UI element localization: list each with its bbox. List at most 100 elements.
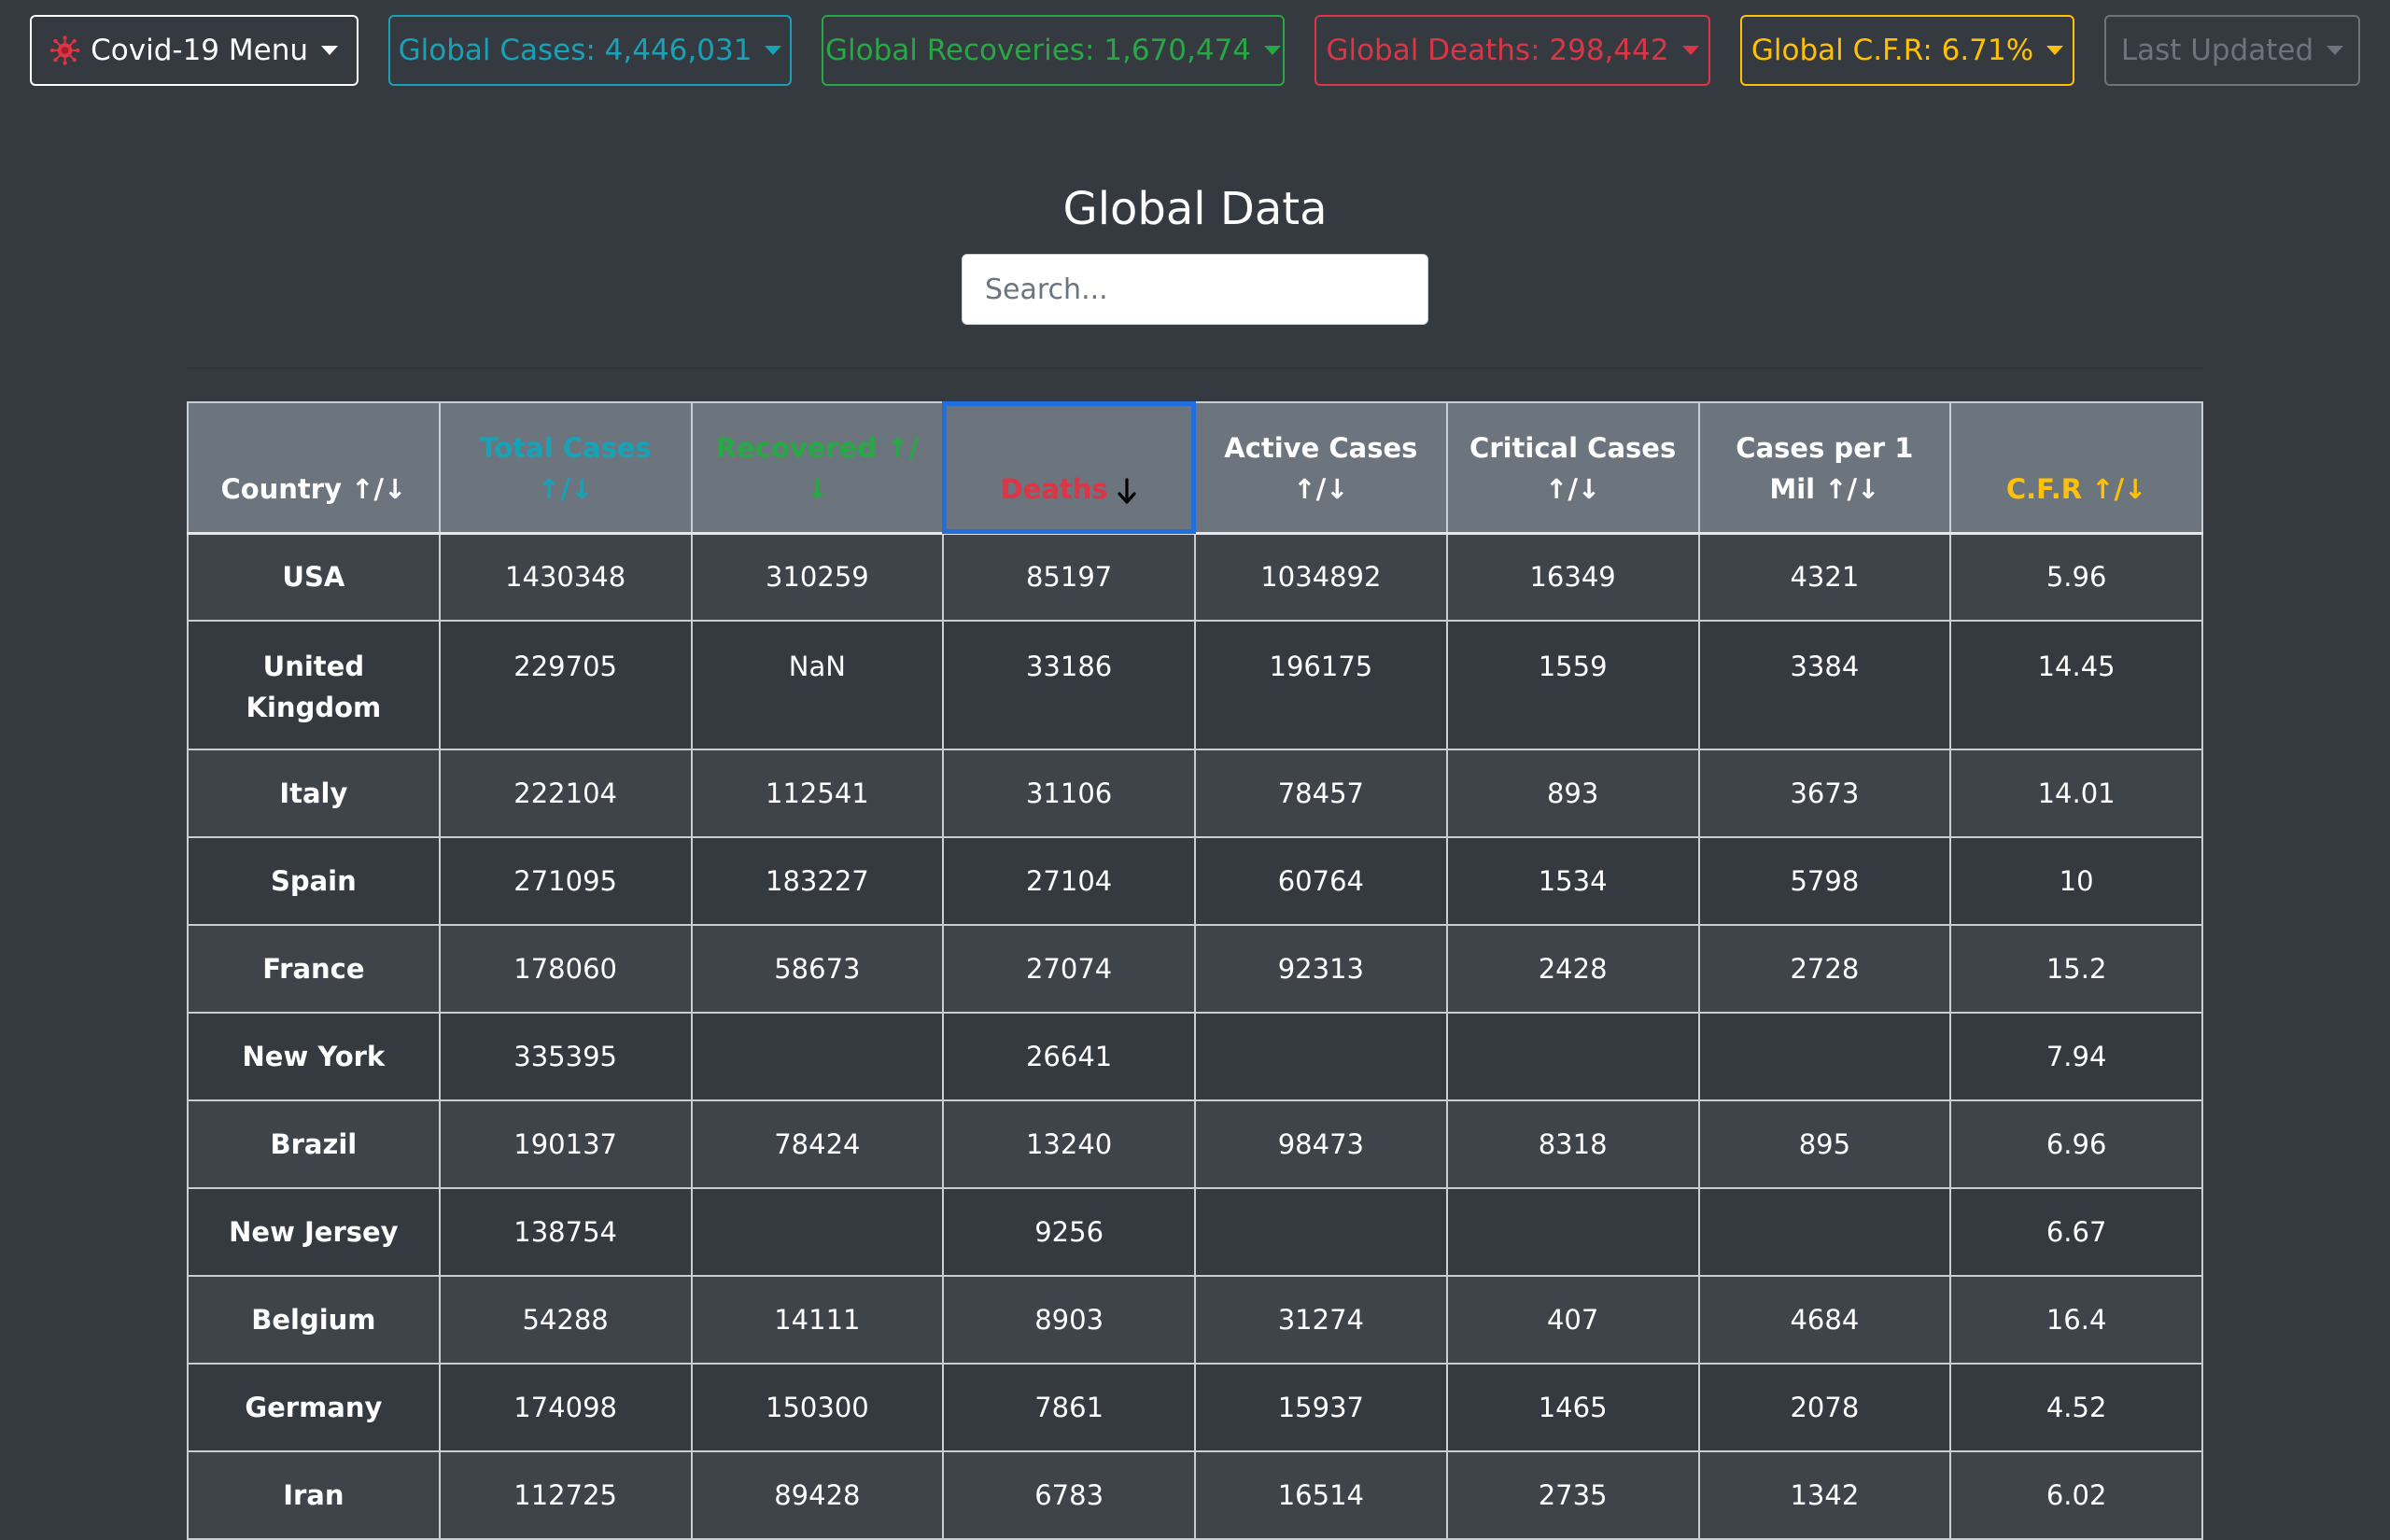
cell-total-cases: 1430348	[438, 532, 693, 622]
covid-menu-dropdown[interactable]: Covid-19 Menu	[30, 15, 358, 86]
cell-country: France	[187, 924, 441, 1014]
cell-cases-per-mil: 1342	[1697, 1450, 1952, 1540]
header-recovered-label: Recovered ↑/↓	[715, 431, 920, 505]
table-row: United Kingdom 229705 NaN 33186 196175 1…	[187, 620, 2203, 750]
header-country[interactable]: Country ↑/↓	[187, 401, 441, 535]
table-row: Italy 222104 112541 31106 78457 893 3673…	[187, 749, 2203, 838]
cell-cfr: 4.52	[1949, 1363, 2203, 1452]
cell-country: New York	[187, 1012, 441, 1101]
cell-cfr: 5.96	[1949, 532, 2203, 622]
page-title: Global Data	[1062, 183, 1328, 235]
header-critical-cases-label: Critical Cases ↑/↓	[1469, 431, 1677, 505]
header-country-label: Country ↑/↓	[220, 472, 407, 505]
cell-active-cases: 1034892	[1194, 532, 1448, 622]
header-deaths[interactable]: Deaths	[942, 401, 1196, 535]
cell-cases-per-mil: 2728	[1697, 924, 1952, 1014]
last-updated-label: Last Updated	[2120, 34, 2314, 67]
cell-country: Iran	[187, 1450, 441, 1540]
header-total-cases-label: Total Cases ↑/↓	[479, 431, 652, 505]
cell-total-cases: 174098	[438, 1363, 693, 1452]
header-active-cases-label: Active Cases ↑/↓	[1224, 431, 1418, 505]
chevron-down-icon	[1264, 46, 1282, 55]
cell-cfr: 7.94	[1949, 1012, 2203, 1101]
cell-critical-cases: 893	[1445, 749, 1700, 838]
cell-cases-per-mil: 895	[1697, 1099, 1952, 1189]
table-row: France 178060 58673 27074 92313 2428 272…	[187, 924, 2203, 1014]
table-row: Brazil 190137 78424 13240 98473 8318 895…	[187, 1099, 2203, 1189]
cell-deaths: 9256	[942, 1187, 1196, 1277]
cell-cfr: 6.96	[1949, 1099, 2203, 1189]
cell-cfr: 14.45	[1949, 620, 2203, 750]
cell-total-cases: 222104	[438, 749, 693, 838]
cell-cases-per-mil: 4684	[1697, 1275, 1952, 1365]
cell-deaths: 13240	[942, 1099, 1196, 1189]
chevron-down-icon	[2046, 46, 2064, 55]
table-row: New York 335395 26641 7.94	[187, 1012, 2203, 1101]
cell-recovered: 89428	[690, 1450, 945, 1540]
global-data-table: Country ↑/↓ Total Cases ↑/↓ Recovered ↑/…	[187, 401, 2203, 1540]
header-cfr-label: C.F.R ↑/↓	[2005, 472, 2147, 505]
cell-critical-cases: 2735	[1445, 1450, 1700, 1540]
cell-deaths: 85197	[942, 532, 1196, 622]
cell-deaths: 26641	[942, 1012, 1196, 1101]
global-cases-label: Global Cases: 4,446,031	[398, 34, 752, 67]
cell-country: Italy	[187, 749, 441, 838]
header-cases-per-mil[interactable]: Cases per 1 Mil ↑/↓	[1697, 401, 1952, 535]
cell-cases-per-mil	[1697, 1187, 1952, 1277]
cell-country: USA	[187, 532, 441, 622]
cell-cfr: 10	[1949, 836, 2203, 926]
cell-total-cases: 190137	[438, 1099, 693, 1189]
search-input[interactable]	[962, 254, 1428, 325]
cell-critical-cases: 1465	[1445, 1363, 1700, 1452]
cell-country: Belgium	[187, 1275, 441, 1365]
cell-deaths: 31106	[942, 749, 1196, 838]
cell-critical-cases: 16349	[1445, 532, 1700, 622]
global-deaths-dropdown[interactable]: Global Deaths: 298,442	[1314, 15, 1710, 86]
last-updated-dropdown[interactable]: Last Updated	[2104, 15, 2360, 86]
table-row: Spain 271095 183227 27104 60764 1534 579…	[187, 836, 2203, 926]
global-cfr-dropdown[interactable]: Global C.F.R: 6.71%	[1740, 15, 2074, 86]
table-row: Belgium 54288 14111 8903 31274 407 4684 …	[187, 1275, 2203, 1365]
table-row: Iran 112725 89428 6783 16514 2735 1342 6…	[187, 1450, 2203, 1540]
global-cfr-label: Global C.F.R: 6.71%	[1750, 34, 2034, 67]
header-cfr[interactable]: C.F.R ↑/↓	[1949, 401, 2203, 535]
cell-recovered: NaN	[690, 620, 945, 750]
global-recoveries-label: Global Recoveries: 1,670,474	[824, 34, 1252, 67]
cell-critical-cases	[1445, 1187, 1700, 1277]
cell-total-cases: 271095	[438, 836, 693, 926]
covid-menu-label: Covid-19 Menu	[91, 34, 308, 67]
cell-recovered: 78424	[690, 1099, 945, 1189]
global-cases-dropdown[interactable]: Global Cases: 4,446,031	[388, 15, 792, 86]
global-recoveries-dropdown[interactable]: Global Recoveries: 1,670,474	[822, 15, 1285, 86]
chevron-down-icon	[2327, 46, 2344, 55]
chevron-down-icon	[321, 46, 338, 55]
header-active-cases[interactable]: Active Cases ↑/↓	[1194, 401, 1448, 535]
cell-cases-per-mil: 5798	[1697, 836, 1952, 926]
cell-recovered: 183227	[690, 836, 945, 926]
global-deaths-label: Global Deaths: 298,442	[1326, 34, 1669, 67]
cell-cases-per-mil: 2078	[1697, 1363, 1952, 1452]
cell-deaths: 33186	[942, 620, 1196, 750]
divider	[187, 368, 2203, 369]
header-recovered[interactable]: Recovered ↑/↓	[690, 401, 945, 535]
cell-critical-cases: 1559	[1445, 620, 1700, 750]
cell-critical-cases: 1534	[1445, 836, 1700, 926]
cell-cfr: 6.02	[1949, 1450, 2203, 1540]
cell-active-cases: 15937	[1194, 1363, 1448, 1452]
cell-country: Germany	[187, 1363, 441, 1452]
cell-active-cases: 16514	[1194, 1450, 1448, 1540]
table-header-row: Country ↑/↓ Total Cases ↑/↓ Recovered ↑/…	[187, 401, 2203, 535]
header-total-cases[interactable]: Total Cases ↑/↓	[438, 401, 693, 535]
cell-deaths: 6783	[942, 1450, 1196, 1540]
cell-recovered: 310259	[690, 532, 945, 622]
cell-cfr: 14.01	[1949, 749, 2203, 838]
chevron-down-icon	[1681, 46, 1699, 55]
header-critical-cases[interactable]: Critical Cases ↑/↓	[1445, 401, 1700, 535]
cell-critical-cases: 407	[1445, 1275, 1700, 1365]
table-row: Germany 174098 150300 7861 15937 1465 20…	[187, 1363, 2203, 1452]
cell-total-cases: 54288	[438, 1275, 693, 1365]
cell-total-cases: 178060	[438, 924, 693, 1014]
cell-cfr: 6.67	[1949, 1187, 2203, 1277]
cell-active-cases: 196175	[1194, 620, 1448, 750]
cell-cases-per-mil: 3673	[1697, 749, 1952, 838]
